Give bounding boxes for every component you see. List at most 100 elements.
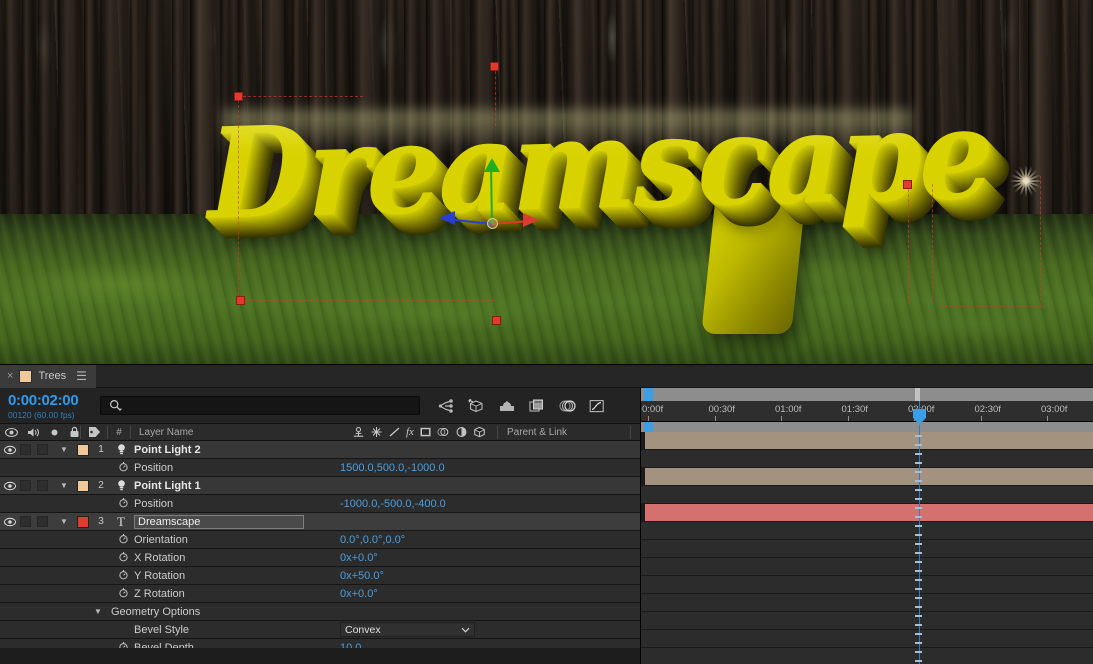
video-switch-3[interactable]: [0, 516, 20, 528]
point-light-gizmo[interactable]: [1009, 164, 1043, 198]
track-layer-bar[interactable]: [641, 468, 1093, 486]
solo-switch-3[interactable]: [37, 516, 54, 527]
track-property-row[interactable]: [641, 540, 1093, 558]
property-value[interactable]: 10.0: [340, 642, 361, 649]
property-value[interactable]: 0x+0.0°: [340, 552, 378, 564]
motion-blur-icon[interactable]: [558, 398, 576, 414]
expand-layer-triangle-1[interactable]: ▼: [54, 445, 74, 454]
collapse-transformations-icon[interactable]: [370, 426, 383, 438]
close-tab-icon[interactable]: ×: [7, 370, 13, 382]
three-d-layer-icon[interactable]: [473, 426, 486, 438]
time-ruler[interactable]: 0:00f00:30f01:00f01:30f02:00f02:30f03:00…: [641, 401, 1093, 422]
parent-and-link-header[interactable]: Parent & Link: [507, 427, 567, 438]
stopwatch-icon[interactable]: [118, 533, 134, 547]
current-time-display[interactable]: 0:00:02:00 00120 (60.00 fps): [0, 392, 100, 420]
stopwatch-icon[interactable]: [118, 641, 134, 649]
frame-blending-icon[interactable]: [528, 398, 546, 414]
search-input[interactable]: [126, 400, 396, 412]
track-layer-bar[interactable]: [641, 432, 1093, 450]
time-ruler-tick-label: 00:30f: [709, 404, 735, 415]
property-value[interactable]: 1500.0,500.0,-1000.0: [340, 462, 445, 474]
shy-icon[interactable]: [352, 426, 365, 438]
track-layer-bar[interactable]: [641, 504, 1093, 522]
composition-viewer[interactable]: Dreamscape: [0, 0, 1093, 364]
stopwatch-icon[interactable]: [118, 587, 134, 601]
audio-switch-icon[interactable]: [27, 427, 40, 438]
track-property-row[interactable]: [641, 522, 1093, 540]
property-value[interactable]: -1000.0,-500.0,-400.0: [340, 498, 446, 510]
expand-group-triangle[interactable]: ▼: [88, 607, 108, 616]
selection-handle[interactable]: [492, 316, 501, 325]
track-property-row[interactable]: [641, 612, 1093, 630]
layer-track-bars[interactable]: [641, 432, 1093, 664]
track-property-row[interactable]: [641, 630, 1093, 648]
property-value[interactable]: 0x+0.0°: [340, 588, 378, 600]
solo-switch-icon[interactable]: [49, 427, 60, 438]
stopwatch-icon[interactable]: [118, 569, 134, 583]
adjustment-layer-icon[interactable]: [455, 426, 468, 438]
panel-menu-icon[interactable]: ☰: [76, 369, 87, 383]
audio-switch-2[interactable]: [20, 480, 37, 491]
anchor-point-icon[interactable]: [487, 218, 498, 229]
property-value-cell[interactable]: 1500.0,500.0,-1000.0: [340, 462, 500, 474]
property-value-cell[interactable]: 0x+50.0°: [340, 570, 500, 582]
audio-switch-1[interactable]: [20, 444, 37, 455]
graph-editor-icon[interactable]: [588, 398, 606, 414]
video-switch-2[interactable]: [0, 480, 20, 492]
audio-switch-3[interactable]: [20, 516, 37, 527]
label-color-swatch-3[interactable]: [74, 516, 92, 528]
motion-blur-icon[interactable]: [437, 426, 450, 438]
effects-icon[interactable]: fx: [406, 426, 414, 438]
video-switch-icon[interactable]: [5, 427, 18, 438]
property-value[interactable]: 0.0°,0.0°,0.0°: [340, 534, 405, 546]
work-area-start-handle[interactable]: [644, 388, 653, 401]
property-group-label: Geometry Options: [108, 606, 200, 618]
tree-trunk: [964, 0, 973, 244]
property-value-cell[interactable]: -1000.0,-500.0,-400.0: [340, 498, 500, 510]
property-dropdown[interactable]: Convex: [340, 622, 500, 637]
track-property-row[interactable]: [641, 576, 1093, 594]
live-update-icon[interactable]: [438, 398, 456, 414]
property-value-cell[interactable]: 0x+0.0°: [340, 588, 500, 600]
expand-layer-triangle-2[interactable]: ▼: [54, 481, 74, 490]
lock-switch-icon[interactable]: [69, 426, 80, 438]
property-value-cell[interactable]: 0x+0.0°: [340, 552, 500, 564]
property-value-cell[interactable]: 10.0: [340, 642, 500, 649]
draft-3d-icon[interactable]: [468, 398, 486, 414]
timeline-graph-area[interactable]: 0:00f00:30f01:00f01:30f02:00f02:30f03:00…: [640, 388, 1093, 664]
expand-layer-triangle-3[interactable]: ▼: [54, 517, 74, 526]
stopwatch-icon[interactable]: [118, 551, 134, 565]
solo-switch-2[interactable]: [37, 480, 54, 491]
search-box[interactable]: [100, 396, 420, 415]
label-color-swatch-2[interactable]: [74, 480, 92, 492]
frame-blending-icon[interactable]: [419, 426, 432, 438]
time-ruler-tick-label: 03:00f: [1041, 404, 1067, 415]
layer-duration-bar[interactable]: [645, 432, 1093, 449]
quality-icon[interactable]: [388, 426, 401, 438]
timeline-panel[interactable]: × Trees ☰ 0:00:02:00 00120 (60.00 fps): [0, 364, 1093, 664]
stopwatch-icon[interactable]: [118, 461, 134, 475]
layer-duration-bar[interactable]: [645, 468, 1093, 485]
property-value-cell[interactable]: 0.0°,0.0°,0.0°: [340, 534, 500, 546]
timecode[interactable]: 0:00:02:00: [8, 392, 100, 409]
work-area-bar[interactable]: [641, 388, 1093, 401]
stopwatch-icon[interactable]: [118, 497, 134, 511]
layer-name-input[interactable]: Dreamscape: [134, 515, 304, 529]
work-area-handle[interactable]: [644, 422, 653, 432]
hide-shy-layers-icon[interactable]: [498, 398, 516, 414]
solo-switch-1[interactable]: [37, 444, 54, 455]
layer-name-header[interactable]: Layer Name: [139, 427, 193, 438]
label-color-swatch-1[interactable]: [74, 444, 92, 456]
work-area-secondary-bar[interactable]: [641, 422, 1093, 432]
layer-duration-bar[interactable]: [645, 504, 1093, 521]
track-property-row[interactable]: [641, 486, 1093, 504]
track-property-row[interactable]: [641, 450, 1093, 468]
time-ruler-tick-mark: [1047, 416, 1048, 421]
property-value[interactable]: 0x+50.0°: [340, 570, 384, 582]
track-property-row[interactable]: [641, 648, 1093, 664]
composition-tab-trees[interactable]: × Trees ☰: [0, 365, 96, 388]
video-switch-1[interactable]: [0, 444, 20, 456]
label-color-icon[interactable]: [88, 426, 101, 438]
track-property-row[interactable]: [641, 594, 1093, 612]
track-property-row[interactable]: [641, 558, 1093, 576]
